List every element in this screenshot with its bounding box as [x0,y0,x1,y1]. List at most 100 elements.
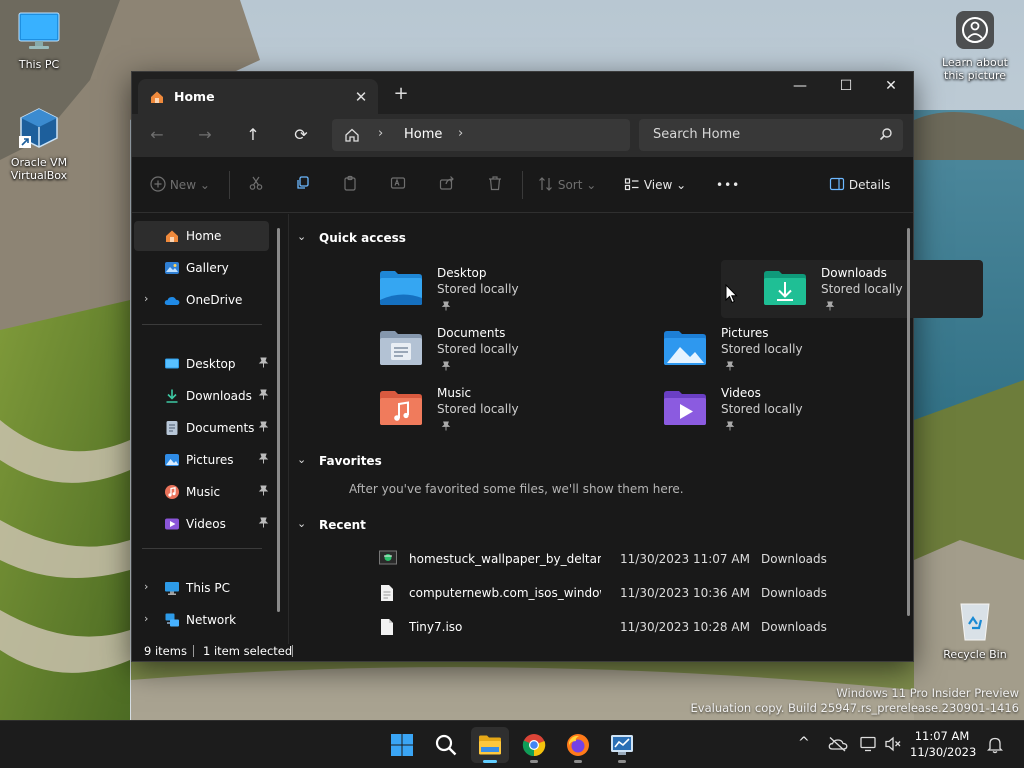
expand-chevron-icon[interactable]: › [144,292,148,305]
sort-button[interactable]: Sort ⌄ [538,175,596,195]
section-header-recent[interactable]: Recent [319,518,366,532]
network-icon [164,612,180,628]
breadcrumb-separator[interactable]: › [458,126,463,141]
recent-file-location: Downloads [761,552,827,566]
learn-about-picture[interactable]: Learn about this picture [936,10,1014,82]
quick-access-tile-documents[interactable]: Documents Stored locally [379,320,641,378]
download-arrow-icon [164,388,180,404]
forward-button[interactable]: → [191,122,219,148]
desktop-icon-this-pc[interactable]: This PC [1,10,77,71]
quick-access-tile-downloads[interactable]: Downloads Stored locally [721,260,983,318]
tab-home[interactable]: Home ✕ [138,79,378,114]
music-icon [164,484,180,500]
expand-chevron-icon[interactable]: › [144,580,148,593]
mouse-cursor-icon [725,283,738,307]
tile-subtitle: Stored locally [721,342,803,356]
sidebar-item-downloads[interactable]: Downloads [134,381,269,411]
more-options-button[interactable]: ••• [716,175,740,195]
sidebar-item-label: Network [186,613,237,627]
view-button[interactable]: View ⌄ [624,175,686,195]
maximize-button[interactable]: ☐ [823,72,869,102]
quick-access-tile-desktop[interactable]: Desktop Stored locally [379,260,641,318]
breadcrumb-home[interactable]: Home [404,127,442,142]
desktop-icon-virtualbox[interactable]: Oracle VM VirtualBox [1,106,77,182]
sidebar-item-desktop[interactable]: Desktop [134,349,269,379]
sidebar-scrollbar[interactable] [277,228,280,612]
refresh-button[interactable]: ⟳ [287,122,315,148]
network-status-icon[interactable] [860,736,878,755]
up-button[interactable]: ↑ [239,122,267,148]
tile-subtitle: Stored locally [821,282,903,296]
paste-button[interactable] [342,175,358,195]
sidebar-item-onedrive[interactable]: › OneDrive [134,285,269,315]
taskbar-app[interactable] [603,727,641,763]
taskbar: ^ 11:07 AM 11/30/2023 [0,720,1024,768]
pictures-folder-icon [663,330,707,369]
collapse-chevron-icon[interactable]: ⌄ [297,230,306,243]
tab-close-button[interactable]: ✕ [350,86,372,108]
gallery-icon [164,260,180,276]
navigation-bar: ← → ↑ ⟳ › Home › Search Home [132,114,913,157]
expand-chevron-icon[interactable]: › [144,612,148,625]
details-button[interactable]: Details [829,175,890,195]
sidebar-item-network[interactable]: › Network [134,605,269,635]
tile-name: Documents [437,326,506,340]
sidebar-item-pictures[interactable]: Pictures [134,445,269,475]
back-button[interactable]: ← [143,122,171,148]
tile-name: Downloads [821,266,887,280]
sidebar-item-videos[interactable]: Videos [134,509,269,539]
rename-button[interactable] [390,175,406,195]
taskbar-firefox[interactable] [559,727,597,763]
new-tab-button[interactable]: + [390,83,412,105]
text-file-icon [380,584,394,605]
pin-icon [825,300,835,314]
home-icon [149,89,165,108]
tray-overflow-chevron[interactable]: ^ [798,735,810,751]
chrome-icon [522,734,546,757]
delete-button[interactable] [487,175,503,195]
quick-access-tile-music[interactable]: Music Stored locally [379,380,641,438]
taskbar-search-button[interactable] [427,727,465,763]
close-button[interactable]: ✕ [868,72,914,102]
sidebar-item-gallery[interactable]: Gallery [134,253,269,283]
search-box[interactable]: Search Home [639,119,903,151]
section-header-favorites[interactable]: Favorites [319,454,382,468]
section-header-quick-access[interactable]: Quick access [319,231,406,245]
notification-bell-icon[interactable] [986,736,1004,757]
tile-name: Pictures [721,326,769,340]
collapse-chevron-icon[interactable]: ⌄ [297,453,306,466]
sidebar-item-music[interactable]: Music [134,477,269,507]
new-button[interactable]: New ⌄ [150,175,210,195]
recent-file-row[interactable]: computernewb.com_isos_window... 11/30/20… [289,580,829,606]
status-bar: 9 items 1 item selected [132,640,913,662]
volume-muted-icon[interactable] [884,736,902,755]
title-bar[interactable]: Home ✕ + — ☐ ✕ [132,72,913,114]
copy-button[interactable] [295,175,311,195]
taskbar-chrome[interactable] [515,727,553,763]
content-scrollbar[interactable] [907,228,910,616]
pin-icon [441,300,451,314]
cut-button[interactable] [248,175,264,195]
cloud-offline-icon[interactable] [828,736,848,755]
system-clock[interactable]: 11:07 AM 11/30/2023 [910,728,976,760]
collapse-chevron-icon[interactable]: ⌄ [297,517,306,530]
recent-file-row[interactable]: homestuck_wallpaper_by_deltari2... 11/30… [289,546,829,572]
sidebar-item-documents[interactable]: Documents [134,413,269,443]
share-button[interactable] [439,175,455,195]
rename-icon [390,177,406,189]
address-bar[interactable]: › Home › [332,119,630,151]
document-icon [164,420,180,436]
minimize-button[interactable]: — [777,72,823,102]
sidebar-item-home[interactable]: Home [134,221,269,251]
quick-access-tile-pictures[interactable]: Pictures Stored locally [663,320,925,378]
status-selection: 1 item selected [203,644,293,658]
view-button-label: View [643,178,673,192]
sidebar-item-this-pc[interactable]: › This PC [134,573,269,603]
taskbar-file-explorer[interactable] [471,727,509,763]
onedrive-cloud-icon [164,292,180,308]
sidebar-item-label: Downloads [186,389,252,403]
desktop-icon-recycle-bin[interactable]: Recycle Bin [937,598,1013,661]
start-button[interactable] [383,727,421,763]
recent-file-row[interactable]: Tiny7.iso 11/30/2023 10:28 AM Downloads [289,614,829,640]
quick-access-tile-videos[interactable]: Videos Stored locally [663,380,925,438]
